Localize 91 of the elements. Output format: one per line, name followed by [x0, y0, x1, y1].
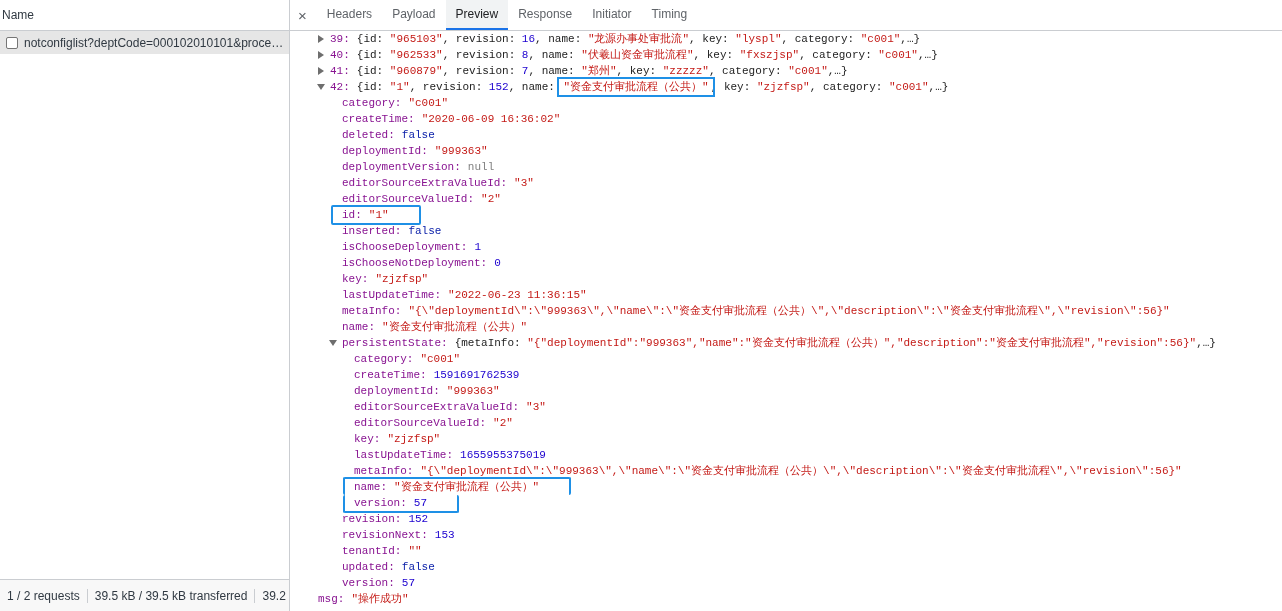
property-key: key:: [342, 271, 369, 287]
property-value: "资金支付审批流程（公共）": [394, 480, 540, 495]
property-value: 0: [494, 256, 501, 271]
property-value: "资金支付审批流程（公共）": [382, 320, 528, 335]
property-value: 1655955375019: [460, 448, 546, 463]
tab[interactable]: Timing: [641, 0, 698, 30]
object-summary: {metaInfo: "{"deploymentId":"999363","name":"资金支付审批流程（公共）","description":"资金支付审批流程","revision":56}",…}: [454, 336, 1216, 351]
property-value: "": [408, 544, 422, 559]
property-value: 1591691762539: [433, 368, 520, 383]
property-key: isChooseDeployment:: [342, 239, 468, 255]
property-value: "操作成功": [351, 592, 409, 607]
property-value: "zjzfsp": [387, 432, 441, 447]
request-name: notconfiglist?deptCode=000102010101&proce…: [24, 35, 284, 50]
property-value: "{\"deploymentId\":\"999363\",\"name\":\"资金支付审批流程（公共）\",\"description\":\"资金支付审批流程\",\"revision\":56}": [408, 304, 1170, 319]
property-key: editorSourceValueId:: [342, 191, 475, 207]
disclosure-triangle-icon[interactable]: [329, 339, 337, 347]
property-value: false: [401, 128, 435, 143]
property-key: name:: [342, 319, 375, 335]
property-key: isChooseNotDeployment:: [342, 255, 488, 271]
property-key: version:: [342, 575, 395, 591]
disclosure-triangle-icon[interactable]: [317, 83, 325, 91]
disclosure-triangle-icon[interactable]: [317, 35, 325, 43]
property-key: lastUpdateTime:: [342, 287, 442, 303]
property-key: 39:: [330, 31, 350, 47]
property-key: lastUpdateTime:: [354, 447, 454, 463]
property-key: inserted:: [342, 223, 402, 239]
property-key: metaInfo:: [342, 303, 402, 319]
status-text: 39.2: [255, 588, 289, 603]
property-key: category:: [342, 95, 402, 111]
property-key: 40:: [330, 47, 350, 63]
property-value: "c001": [408, 96, 449, 111]
property-key: version:: [354, 495, 407, 511]
checkbox[interactable]: [6, 36, 18, 49]
property-key: deploymentVersion:: [342, 159, 461, 175]
tab[interactable]: Response: [508, 0, 583, 30]
object-summary: {id: "965103", revision: 16, name: "龙源办事处审批流", key: "lyspl", category: "c001",…}: [356, 32, 921, 47]
tab[interactable]: Payload: [382, 0, 446, 30]
property-key: persistentState:: [342, 335, 448, 351]
property-value: "zjzfsp": [375, 272, 429, 287]
column-header[interactable]: Name: [2, 8, 34, 22]
property-key: deleted:: [342, 127, 395, 143]
property-key: deploymentId:: [342, 143, 428, 159]
close-button[interactable]: ×: [290, 0, 317, 30]
property-value: 153: [434, 528, 455, 543]
property-key: editorSourceValueId:: [354, 415, 487, 431]
property-value: "1": [368, 208, 389, 223]
property-value: "2": [481, 192, 501, 207]
status-text: 1 / 2 requests: [0, 588, 88, 603]
property-key: updated:: [342, 559, 395, 575]
property-key: 42:: [330, 79, 350, 95]
property-key: category:: [354, 351, 414, 367]
property-value: 57: [401, 576, 415, 591]
property-value: "c001": [420, 352, 461, 367]
property-key: name:: [354, 479, 387, 495]
property-key: key:: [354, 431, 381, 447]
property-key: revision:: [342, 511, 402, 527]
property-key: metaInfo:: [354, 463, 414, 479]
property-value: "{\"deploymentId\":\"999363\",\"name\":\"资金支付审批流程（公共）\",\"description\":\"资金支付审批流程\",\"revision\":56}": [420, 464, 1182, 479]
property-key: msg:: [318, 591, 345, 607]
disclosure-triangle-icon[interactable]: [317, 67, 325, 75]
status-text: 39.5 kB / 39.5 kB transferred: [87, 588, 256, 603]
property-value: 1: [474, 240, 482, 255]
request-row[interactable]: notconfiglist?deptCode=000102010101&proce…: [0, 31, 289, 54]
tab[interactable]: Headers: [316, 0, 383, 30]
property-key: 41:: [330, 63, 350, 79]
property-value: 57: [413, 496, 427, 511]
property-value: false: [408, 224, 442, 239]
tab[interactable]: Initiator: [582, 0, 642, 30]
property-key: deploymentId:: [354, 383, 440, 399]
property-value: "999363": [446, 384, 500, 399]
object-summary: {id: "962533", revision: 8, name: "伏羲山资金审批流程", key: "fxszjsp", category: "c001",…}: [356, 48, 938, 63]
property-value: "3": [526, 400, 546, 415]
property-key: createTime:: [342, 111, 415, 127]
property-key: editorSourceExtraValueId:: [354, 399, 520, 415]
object-summary: {id: "960879", revision: 7, name: "郑州", key: "zzzzz", category: "c001",…}: [356, 64, 848, 79]
object-summary: {id: "1", revision: 152, name: "资金支付审批流程（公共）" , key: "zjzfsp", category: "c001",…}: [356, 79, 949, 95]
property-key: editorSourceExtraValueId:: [342, 175, 508, 191]
property-key: createTime:: [354, 367, 427, 383]
tab[interactable]: Preview: [445, 0, 509, 30]
disclosure-triangle-icon[interactable]: [317, 51, 325, 59]
property-key: tenantId:: [342, 543, 402, 559]
property-value: "2": [493, 416, 513, 431]
property-value: "999363": [434, 144, 488, 159]
property-value: "2022-06-23 11:36:15": [448, 288, 587, 303]
property-value: "2020-06-09 16:36:02": [421, 112, 561, 127]
property-value: null: [467, 160, 495, 175]
property-value: false: [401, 560, 435, 575]
property-value: 152: [408, 512, 429, 527]
property-value: "3": [514, 176, 534, 191]
property-key: revisionNext:: [342, 527, 428, 543]
property-key: id:: [342, 207, 362, 223]
